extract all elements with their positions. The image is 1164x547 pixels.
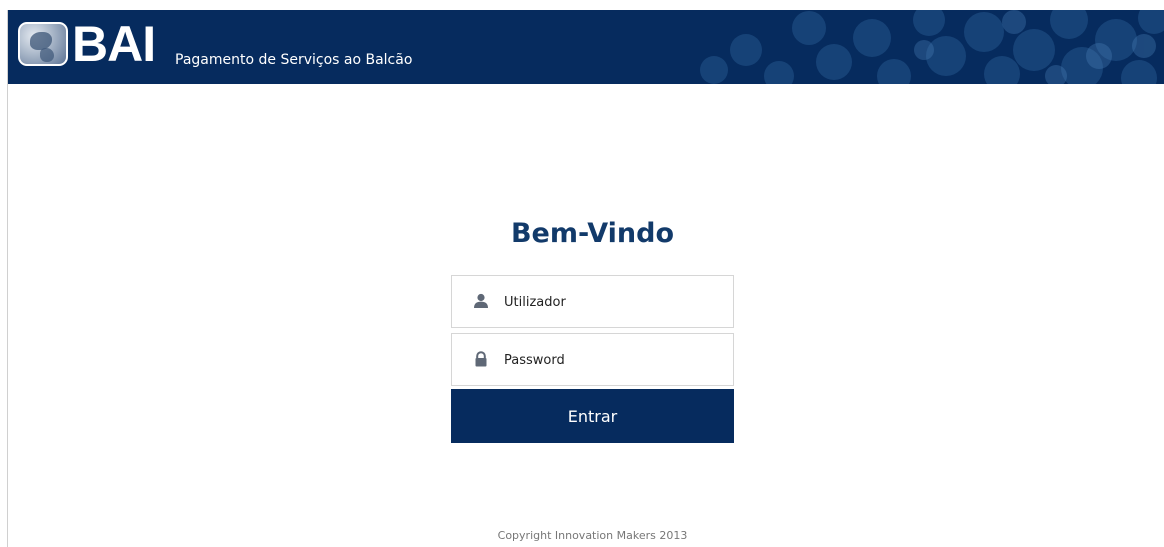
- password-input[interactable]: [504, 349, 714, 371]
- header-title: Pagamento de Serviços ao Balcão: [175, 52, 413, 68]
- left-border: [7, 10, 8, 547]
- lock-icon: [475, 351, 487, 367]
- login-page: BAI Pagamento de Serviços ao Balcão Bem-…: [0, 0, 1164, 547]
- password-field[interactable]: [451, 333, 734, 386]
- username-input[interactable]: [504, 291, 714, 313]
- app-header: BAI Pagamento de Serviços ao Balcão: [8, 10, 1164, 84]
- header-bubble-pattern: [700, 10, 1164, 84]
- welcome-heading: Bem-Vindo: [510, 218, 675, 249]
- logo-text: BAI: [72, 16, 156, 72]
- copyright-text: Copyright Innovation Makers 2013: [497, 529, 688, 542]
- username-field[interactable]: [451, 275, 734, 328]
- login-button[interactable]: Entrar: [451, 389, 734, 443]
- globe-logo-icon: [18, 22, 68, 66]
- user-icon: [474, 293, 488, 308]
- bai-logo: BAI: [18, 16, 156, 72]
